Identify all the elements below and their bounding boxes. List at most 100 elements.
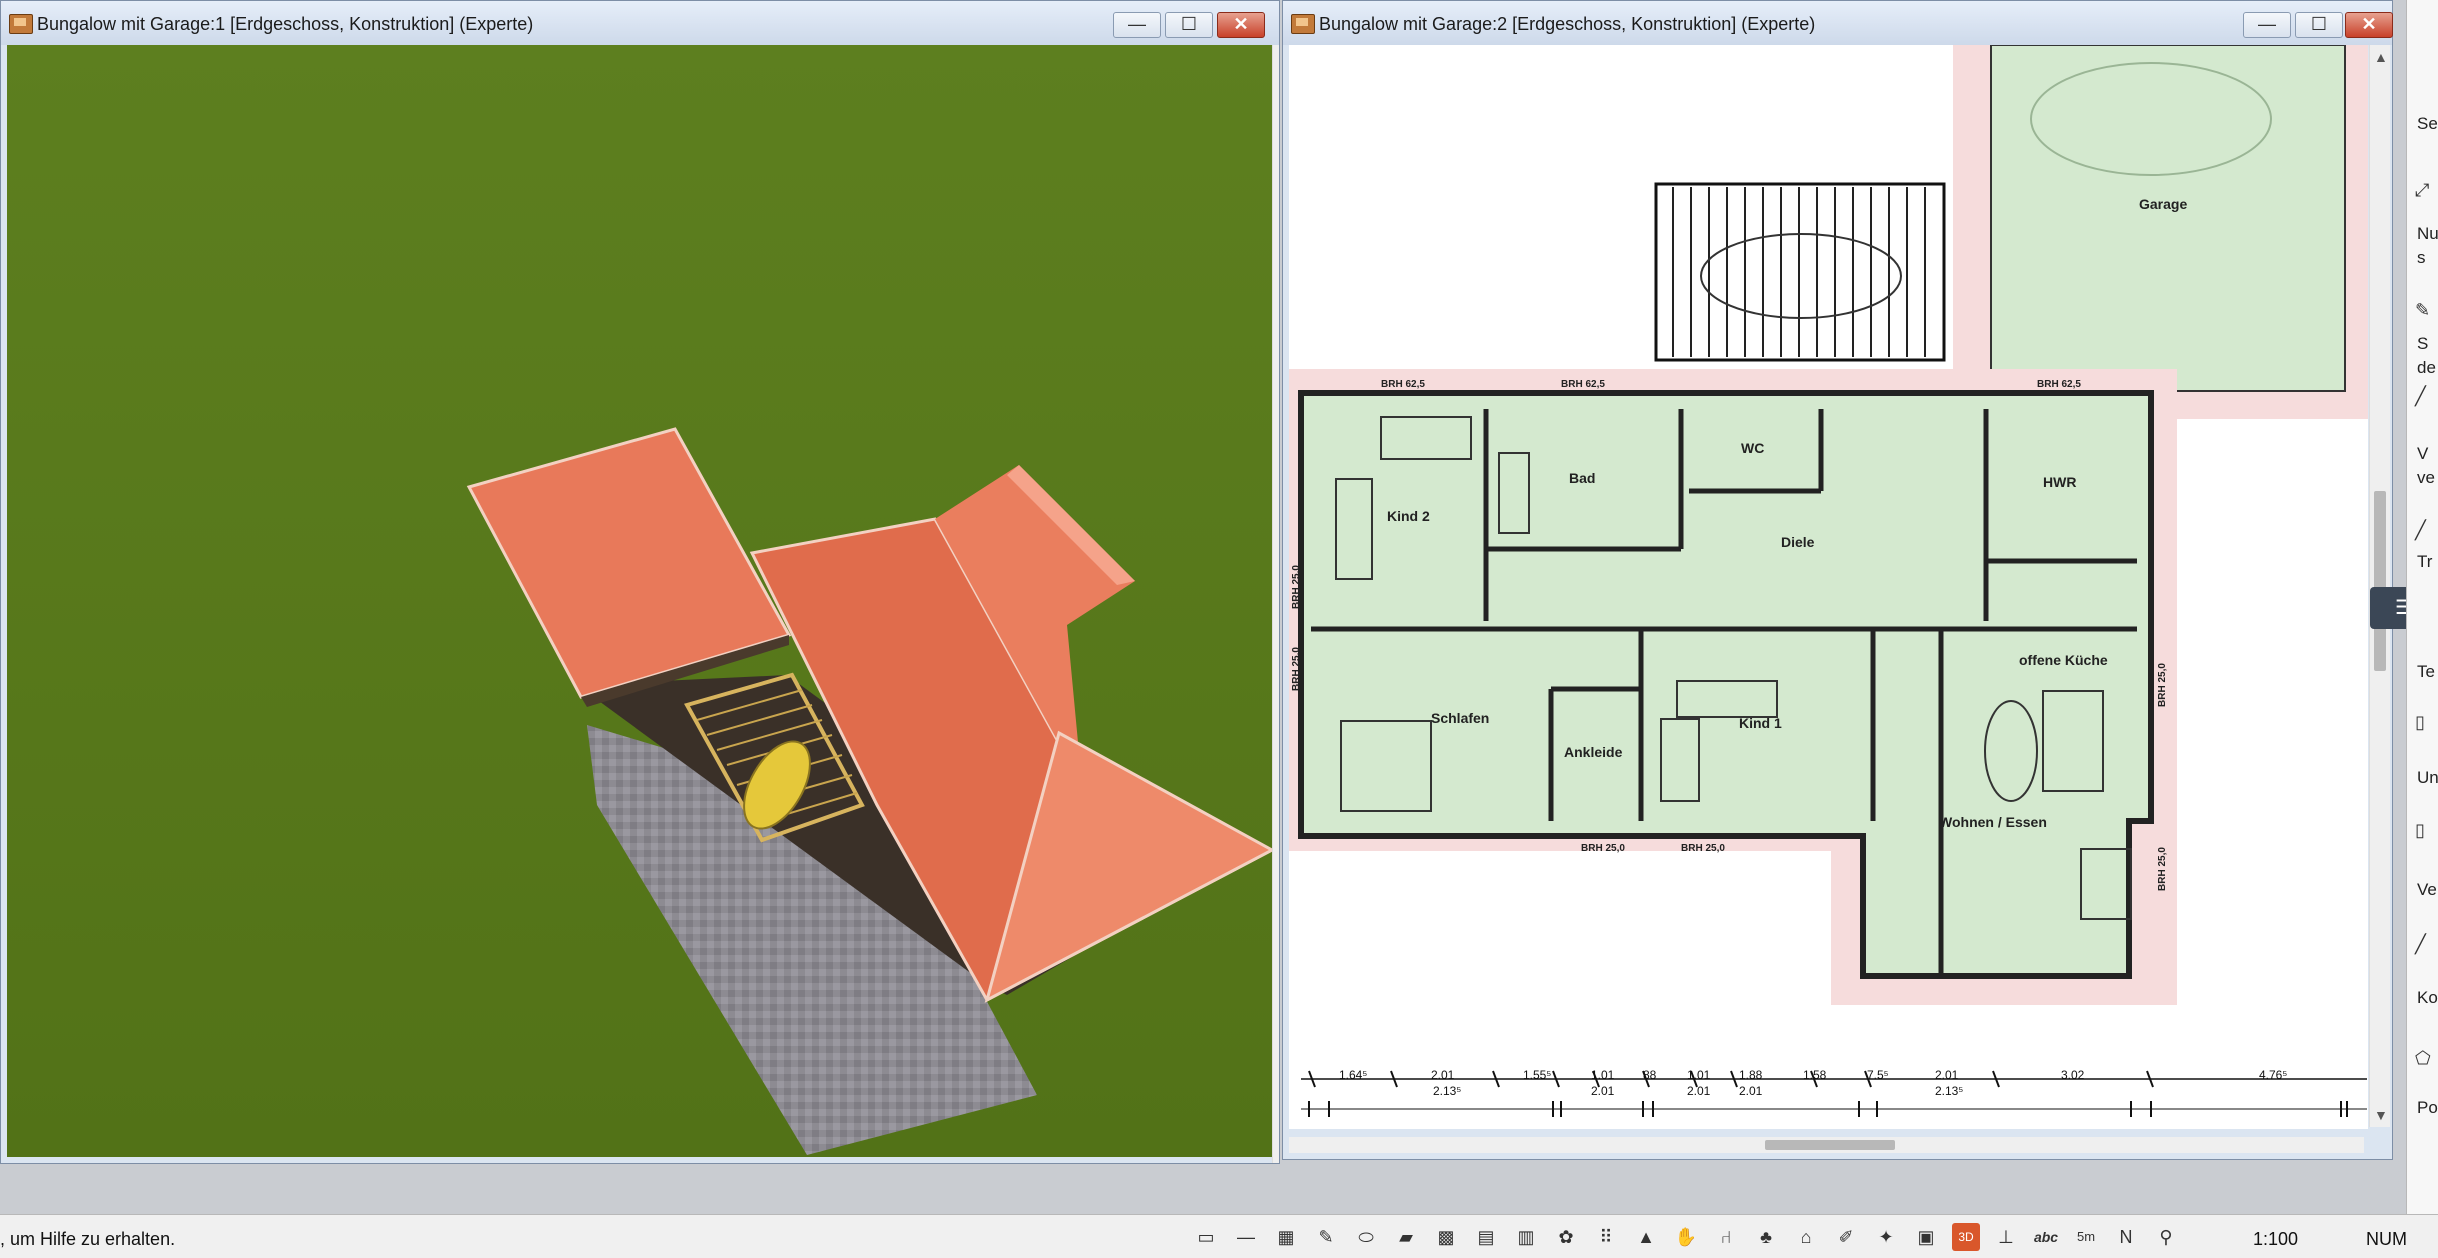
dim-label: 2.13⁵ bbox=[1935, 1084, 1963, 1098]
scroll-thumb-horizontal[interactable] bbox=[1765, 1140, 1895, 1150]
pencil-icon[interactable]: ✎ bbox=[1312, 1223, 1340, 1251]
room-label-kind2: Kind 2 bbox=[1387, 508, 1430, 524]
footprint-icon[interactable]: ⠿ bbox=[1592, 1223, 1620, 1251]
brush-icon[interactable]: ✐ bbox=[1832, 1223, 1860, 1251]
dim-label: 2.01 bbox=[1935, 1068, 1959, 1082]
room-label-bad: Bad bbox=[1569, 470, 1595, 486]
maximize-button[interactable]: ☐ bbox=[1165, 12, 1213, 38]
terrain-icon[interactable]: ▰ bbox=[1392, 1223, 1420, 1251]
vertical-scrollbar[interactable]: ▲ ▼ bbox=[2369, 45, 2390, 1127]
scrollbar-3d[interactable] bbox=[1272, 45, 1279, 1163]
room-label-wc: WC bbox=[1741, 440, 1764, 456]
panel-item[interactable]: Tr bbox=[2417, 552, 2432, 572]
dim-label: 1.55⁵ bbox=[1523, 1068, 1551, 1082]
scroll-up-arrow[interactable]: ▲ bbox=[2374, 49, 2388, 65]
line-icon[interactable]: — bbox=[1232, 1223, 1260, 1251]
titlebar-3d[interactable]: Bungalow mit Garage:1 [Erdgeschoss, Kons… bbox=[1, 1, 1279, 45]
room-label-wohnen: Wohnen / Essen bbox=[1939, 814, 2047, 830]
garage-room bbox=[1990, 45, 2346, 392]
close-button[interactable]: ✕ bbox=[1217, 12, 1265, 38]
titlebar-floorplan[interactable]: Bungalow mit Garage:2 [Erdgeschoss, Kons… bbox=[1283, 1, 2393, 45]
3d-scene bbox=[7, 45, 1273, 1157]
status-bar: , um Hilfe zu erhalten. ▭ — ▦ ✎ ⬭ ▰ ▩ ▤ ▥ ✿ ⠿ ▲ ✋ ⑁ ♣ ⌂… bbox=[0, 1214, 2438, 1258]
minimize-button[interactable]: — bbox=[2243, 12, 2291, 38]
minimize-button[interactable]: — bbox=[1113, 12, 1161, 38]
dim-label: 4.76⁵ bbox=[2259, 1068, 2287, 1082]
panel-item[interactable]: ve bbox=[2417, 468, 2435, 488]
dim-label: 1.58 bbox=[1803, 1068, 1827, 1082]
cube-icon[interactable]: ▣ bbox=[1912, 1223, 1940, 1251]
brh-label: BRH 25,0 bbox=[1581, 843, 1625, 854]
app-icon bbox=[1291, 14, 1315, 34]
3d-viewport[interactable] bbox=[7, 45, 1273, 1157]
scroll-down-arrow[interactable]: ▼ bbox=[2374, 1107, 2388, 1123]
brh-label: BRH 25,0 bbox=[1291, 647, 1302, 691]
panel-icon[interactable]: ╱ bbox=[2415, 520, 2426, 541]
panel-icon[interactable]: ▯ bbox=[2415, 712, 2425, 733]
pattern-icon[interactable]: ▥ bbox=[1512, 1223, 1540, 1251]
scale-indicator[interactable]: 1:100 bbox=[2253, 1229, 2298, 1250]
room-label-hwr: HWR bbox=[2043, 474, 2076, 490]
horizontal-scrollbar[interactable] bbox=[1289, 1137, 2364, 1153]
floorplan-canvas[interactable]: Garage Kind 2 Bad WC Diele HWR Schlafen … bbox=[1289, 45, 2368, 1129]
chair-icon[interactable]: ⑁ bbox=[1712, 1223, 1740, 1251]
house-outline bbox=[1298, 390, 2154, 979]
dim-label: 2.01 bbox=[1739, 1084, 1763, 1098]
panel-icon[interactable]: ╱ bbox=[2415, 386, 2426, 407]
window-floorplan[interactable]: Bungalow mit Garage:2 [Erdgeschoss, Kons… bbox=[1282, 0, 2393, 1160]
panel-item[interactable]: Ko bbox=[2417, 988, 2438, 1008]
panel-icon[interactable]: ▯ bbox=[2415, 820, 2425, 841]
cone-icon[interactable]: ▲ bbox=[1632, 1223, 1660, 1251]
panel-icon[interactable]: ✎ bbox=[2415, 300, 2430, 321]
floorplan: Garage Kind 2 Bad WC Diele HWR Schlafen … bbox=[1289, 45, 2368, 1117]
panel-icon[interactable]: ⤢ bbox=[2415, 180, 2429, 201]
panel-item[interactable]: Nu bbox=[2417, 224, 2438, 244]
close-button[interactable]: ✕ bbox=[2345, 12, 2393, 38]
panel-item[interactable]: Se bbox=[2417, 114, 2438, 134]
dim-label: 2.01 bbox=[1431, 1068, 1455, 1082]
room-label-kueche: offene Küche bbox=[2019, 652, 2108, 668]
stamp-icon[interactable]: ✿ bbox=[1552, 1223, 1580, 1251]
scroll-thumb-vertical[interactable] bbox=[2374, 491, 2386, 671]
window-3d-view[interactable]: Bungalow mit Garage:1 [Erdgeschoss, Kons… bbox=[0, 0, 1280, 1164]
roof-icon[interactable]: ⌂ bbox=[1792, 1223, 1820, 1251]
panel-item[interactable]: V bbox=[2417, 444, 2428, 464]
hand-icon[interactable]: ✋ bbox=[1672, 1223, 1700, 1251]
abc-icon[interactable]: abc bbox=[2032, 1223, 2060, 1251]
panel-item[interactable]: s bbox=[2417, 248, 2426, 268]
right-side-panel[interactable]: Se ⤢ Nu s ✎ S de ╱ V ve ╱ Tr Te ▯ Un ▯ V… bbox=[2406, 0, 2438, 1214]
panel-item[interactable]: Ve bbox=[2417, 880, 2437, 900]
window-title: Bungalow mit Garage:1 [Erdgeschoss, Kons… bbox=[37, 14, 534, 34]
north-icon[interactable]: N bbox=[2112, 1223, 2140, 1251]
brh-label: BRH 25,0 bbox=[1291, 565, 1302, 609]
3d-icon[interactable]: 3D bbox=[1952, 1223, 1980, 1251]
room-label-schlafen: Schlafen bbox=[1431, 710, 1489, 726]
tree-icon[interactable]: ♣ bbox=[1752, 1223, 1780, 1251]
panel-item[interactable]: de bbox=[2417, 358, 2436, 378]
maximize-button[interactable]: ☐ bbox=[2295, 12, 2343, 38]
brh-label: BRH 62,5 bbox=[1381, 379, 1425, 390]
panel-item[interactable]: Te bbox=[2417, 662, 2435, 682]
camera-icon[interactable]: ⚲ bbox=[2152, 1223, 2180, 1251]
brh-label: BRH 25,0 bbox=[2157, 663, 2168, 707]
panel-item[interactable]: Un bbox=[2417, 768, 2438, 788]
note-icon[interactable]: ▭ bbox=[1192, 1223, 1220, 1251]
dim-label: 1.64⁵ bbox=[1339, 1068, 1367, 1082]
panel-icon[interactable]: ⬠ bbox=[2415, 1048, 2431, 1069]
panel-icon[interactable]: ╱ bbox=[2415, 934, 2426, 955]
dimension-labels-top: 1.64⁵ 2.01 1.55⁵ 1.01 88 1.01 1.88 1.58 … bbox=[1339, 1068, 2287, 1082]
brh-label: BRH 25,0 bbox=[2157, 847, 2168, 891]
dimension-icon[interactable]: ⊥ bbox=[1992, 1223, 2020, 1251]
hatch-icon[interactable]: ▤ bbox=[1472, 1223, 1500, 1251]
tool-icon[interactable]: ✦ bbox=[1872, 1223, 1900, 1251]
car-icon[interactable]: ⬭ bbox=[1352, 1223, 1380, 1251]
room-label-ankleide: Ankleide bbox=[1564, 744, 1623, 760]
5m-icon[interactable]: 5m bbox=[2072, 1223, 2100, 1251]
plant-icon[interactable]: ▩ bbox=[1432, 1223, 1460, 1251]
grid-icon[interactable]: ▦ bbox=[1272, 1223, 1300, 1251]
brh-label: BRH 62,5 bbox=[2037, 379, 2081, 390]
panel-item[interactable]: Po bbox=[2417, 1098, 2438, 1118]
room-label-garage: Garage bbox=[2139, 196, 2187, 212]
panel-item[interactable]: S bbox=[2417, 334, 2428, 354]
dim-label: 7.5⁵ bbox=[1867, 1068, 1889, 1082]
